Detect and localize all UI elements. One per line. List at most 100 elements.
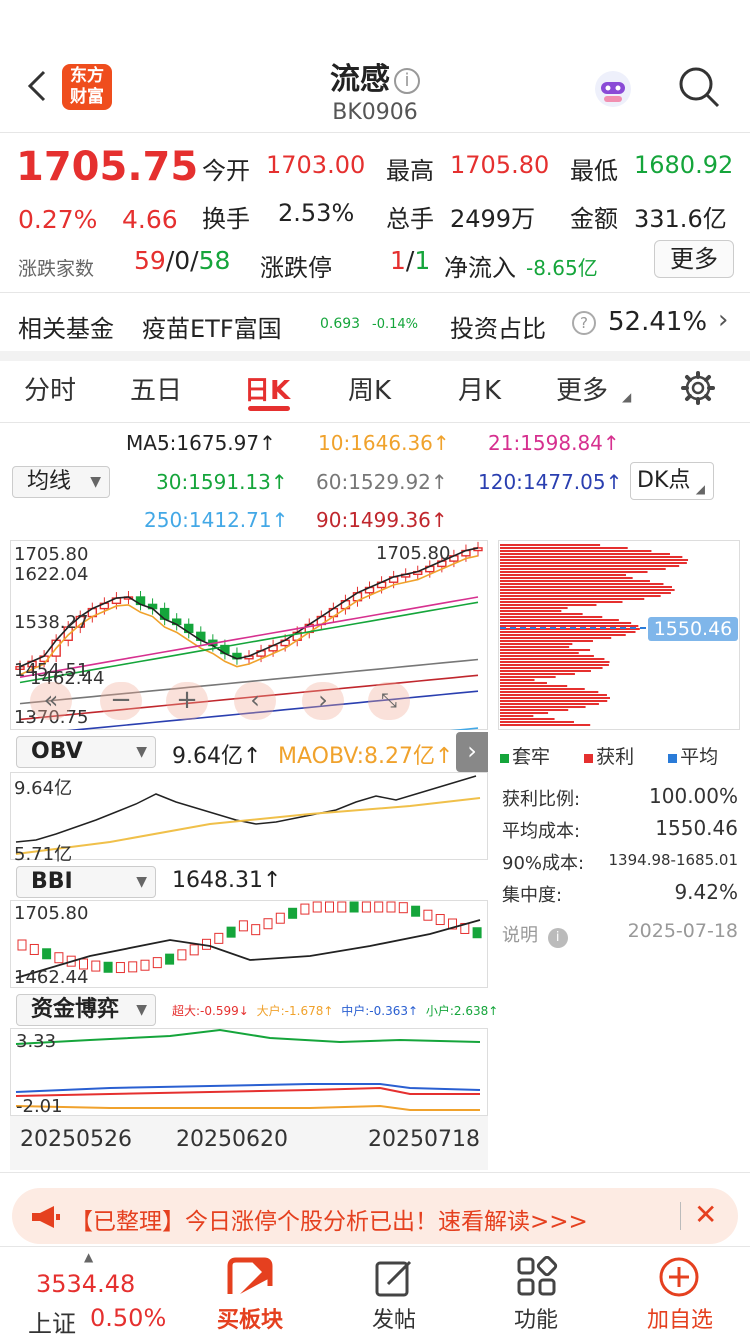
- tab-3[interactable]: 周K: [348, 370, 391, 407]
- bbi-candle: [275, 912, 285, 924]
- collapse-panel-button[interactable]: ›: [456, 732, 488, 772]
- close-icon[interactable]: ✕: [694, 1198, 717, 1231]
- prev-button[interactable]: ‹: [234, 682, 276, 720]
- search-icon[interactable]: [676, 64, 724, 112]
- chip-bar: [500, 676, 556, 678]
- settings-icon[interactable]: [680, 370, 716, 406]
- limit-counts: 1/1: [390, 246, 431, 275]
- bbi-candle: [177, 949, 187, 961]
- fund-pct: -0.14%: [372, 317, 418, 332]
- dk-point-button[interactable]: DK点 ◢: [630, 462, 714, 500]
- tab-4[interactable]: 月K: [458, 370, 501, 407]
- turnover-value: 2.53%: [278, 199, 355, 227]
- tab-5[interactable]: 更多: [556, 370, 608, 407]
- tab-1[interactable]: 五日: [130, 370, 182, 407]
- change-percent: 0.27%: [18, 205, 98, 234]
- bbi-selector[interactable]: BBI ▼: [16, 866, 156, 898]
- index-name: 上证: [28, 1310, 76, 1334]
- fund-price: 0.693: [320, 316, 361, 332]
- chip-bar: [500, 583, 664, 585]
- fg-y-top: 3.33: [16, 1031, 57, 1052]
- fund-game-selector[interactable]: 资金博弈 ▼: [16, 994, 156, 1026]
- chip-date: 2025-07-18: [627, 920, 738, 942]
- chip-bar: [500, 589, 675, 591]
- chip-bar: [500, 688, 585, 690]
- bbi-candle: [140, 959, 150, 971]
- zoom-out-button[interactable]: −: [100, 682, 142, 720]
- amount-label: 金额: [570, 205, 618, 233]
- next-button[interactable]: ›: [302, 682, 344, 720]
- tab-0[interactable]: 分时: [24, 370, 76, 407]
- bbi-candle: [472, 927, 482, 939]
- k-y-top: 1705.80: [14, 544, 89, 565]
- tab-2[interactable]: 日K: [244, 370, 290, 407]
- k-y-3: 1538.27: [14, 612, 89, 633]
- post-icon: [374, 1258, 416, 1298]
- index-pct: 0.50%: [90, 1304, 167, 1332]
- nav-post[interactable]: 发帖: [344, 1302, 444, 1334]
- chevron-right-icon: ›: [718, 305, 729, 335]
- info-icon[interactable]: i: [394, 67, 420, 94]
- chip-bar: [500, 700, 608, 702]
- chart-frame: [10, 1028, 488, 1116]
- ma-selector[interactable]: 均线 ▼: [12, 466, 110, 498]
- k-y-2: 1622.04: [14, 564, 89, 585]
- amount-value: 331.6亿: [634, 205, 727, 233]
- chip-bar: [500, 724, 591, 726]
- note-label[interactable]: 说明 i: [502, 921, 568, 948]
- sector-code: BK0906: [332, 100, 418, 125]
- open-label: 今开: [202, 157, 250, 185]
- bbi-candle: [54, 952, 64, 964]
- ma-line: [19, 547, 479, 668]
- obv-selector[interactable]: OBV ▼: [16, 736, 156, 768]
- nav-function[interactable]: 功能: [486, 1302, 586, 1334]
- chip-bar: [500, 577, 633, 579]
- chip-bar: [500, 634, 626, 636]
- chip-bar: [500, 709, 569, 711]
- related-fund-row[interactable]: 相关基金 疫苗ETF富国 0.693 -0.14% 投资占比 ? 52.41% …: [0, 293, 750, 351]
- chip-bar: [500, 610, 562, 612]
- announcement-banner[interactable]: 【已整理】今日涨停个股分析已出！速看解读>>> ✕: [12, 1188, 738, 1244]
- ma21-label: 21:1598.84↑: [488, 431, 620, 455]
- bbi-candle: [300, 903, 310, 915]
- bbi-candle: [103, 961, 113, 973]
- limit-label: 涨跌停: [260, 254, 332, 282]
- info-icon: i: [547, 928, 568, 948]
- chip-bar: [500, 604, 597, 606]
- nav-add-favorite[interactable]: 加自选: [630, 1302, 730, 1334]
- robot-avatar-icon[interactable]: [590, 66, 636, 112]
- banner-text: 【已整理】今日涨停个股分析已出！速看解读>>>: [70, 1209, 588, 1235]
- date-1: 20250526: [20, 1127, 132, 1152]
- concentration-value: 9.42%: [674, 880, 738, 904]
- bbi-candle: [189, 944, 199, 956]
- chip-bar: [500, 631, 636, 633]
- chip-bar: [500, 649, 591, 651]
- ratio-label: 投资占比: [450, 315, 546, 343]
- nav-buy-sector[interactable]: 买板块: [200, 1302, 300, 1334]
- cost90-value: 1394.98-1685.01: [608, 851, 738, 869]
- zoom-in-button[interactable]: +: [166, 682, 208, 720]
- bbi-candle: [312, 901, 322, 913]
- netflow-value: -8.65亿: [526, 256, 598, 280]
- ma250-label: 250:1412.71↑: [144, 508, 289, 532]
- chip-bar: [500, 694, 607, 696]
- more-button[interactable]: 更多: [654, 240, 734, 278]
- fast-back-button[interactable]: «: [30, 682, 72, 720]
- ma5-label: MA5:1675.97↑: [126, 431, 276, 455]
- chip-bar: [500, 559, 689, 561]
- bbi-candle: [337, 901, 347, 913]
- fullscreen-button[interactable]: ⤡: [368, 682, 410, 720]
- bbi-candle: [42, 948, 52, 960]
- chip-bar: [500, 691, 599, 693]
- bbi-candle: [128, 961, 138, 973]
- chip-bar: [500, 598, 645, 600]
- chip-bar: [500, 715, 534, 717]
- chip-bar: [500, 562, 687, 564]
- low-label: 最低: [570, 157, 618, 185]
- bbi-candle: [29, 943, 39, 955]
- chip-bar: [500, 571, 648, 573]
- question-icon[interactable]: ?: [572, 311, 596, 335]
- avg-cost-label: 平均成本:: [502, 821, 581, 842]
- index-widget[interactable]: ▲ 3534.48 上证 0.50%: [20, 1250, 180, 1334]
- k-last-label: 1705.80: [376, 543, 451, 564]
